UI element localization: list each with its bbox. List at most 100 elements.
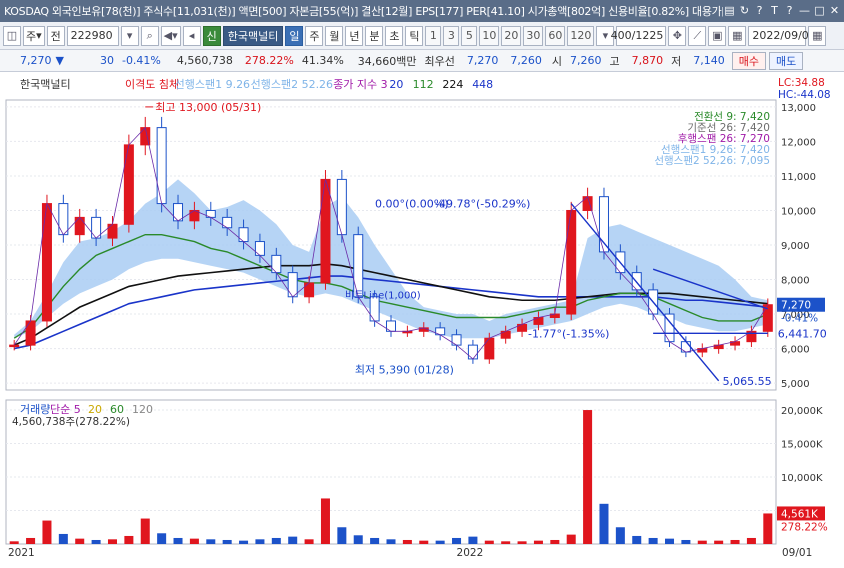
period-year[interactable]: 년 [345, 25, 364, 46]
open-label: 시 [551, 54, 563, 68]
volume-bar [681, 539, 691, 544]
interval-3[interactable]: 3 [443, 25, 460, 46]
change-percent: -0.41% [121, 54, 161, 67]
price-tick-label: 6,000 [781, 345, 810, 356]
corner-label-lc: LC:34.88 [778, 77, 825, 89]
font-icon[interactable]: T [768, 4, 781, 18]
buy-button[interactable]: 매수 [731, 51, 767, 70]
volume-bar [206, 539, 216, 544]
candle-body [304, 282, 315, 298]
x-axis-label: 2022 [457, 547, 484, 559]
candle-body [320, 178, 331, 284]
interval-10[interactable]: 10 [479, 25, 500, 46]
candle-body [566, 209, 577, 315]
period-day[interactable]: 일 [285, 25, 304, 46]
credit-badge: 신 [202, 25, 221, 46]
price-tick-label: 9,000 [781, 241, 810, 252]
volume-bar [353, 535, 363, 544]
window-buttons: ▤ ↻ ? T ? — □ ✕ [723, 4, 844, 18]
candle-body [74, 216, 85, 236]
volume-bar [746, 537, 756, 544]
current-price-percent: -0.41% [781, 313, 818, 325]
best-quote-label: 최우선 [424, 54, 455, 68]
interval-20[interactable]: 20 [501, 25, 522, 46]
history-icon[interactable]: ◂ [182, 25, 201, 46]
layout-icon[interactable]: ◫ [3, 25, 21, 46]
dropdown-icon[interactable]: ▾ [120, 25, 139, 46]
trendline-label: 비트Line(1,000) [345, 290, 421, 302]
low-label: 저 [671, 54, 682, 68]
quote-bar: 7,270 ▼ 30 -0.41% 4,560,738 278.22% 41.3… [0, 50, 844, 72]
info-icon[interactable]: ? [783, 4, 796, 18]
candle-body [156, 127, 167, 205]
minimize-icon[interactable]: — [798, 4, 811, 18]
close-icon[interactable]: ✕ [828, 4, 841, 18]
volume-bar [468, 536, 478, 544]
volume-bar [550, 539, 560, 544]
volume-bar [75, 538, 85, 544]
sound-icon[interactable]: ◀▾ [160, 25, 181, 46]
period-month[interactable]: 월 [325, 25, 344, 46]
refresh-icon[interactable]: ↻ [738, 4, 751, 18]
volume-bar [157, 533, 167, 544]
price-tick-label: 11,000 [781, 172, 816, 183]
volume-bar [730, 539, 740, 544]
print-icon[interactable]: ▣ [708, 25, 727, 46]
count-total: /1225 [631, 29, 664, 42]
draw-icon[interactable]: ⟋ [688, 25, 707, 46]
change-value: 30 [99, 54, 114, 67]
period-second[interactable]: 초 [385, 25, 404, 46]
price-tick-label: 10,000 [781, 206, 816, 217]
trendline-label: 6,441.70 [778, 327, 827, 340]
candle-body [238, 227, 249, 243]
legend-stock: 한국맥널티 [20, 78, 71, 91]
interval-1[interactable]: 1 [425, 25, 442, 46]
interval-30[interactable]: 30 [523, 25, 544, 46]
volume-bar [304, 539, 314, 544]
candle-body [123, 144, 134, 225]
help-icon[interactable]: ? [753, 4, 766, 18]
date-input[interactable]: 2022/09/01 [748, 25, 816, 46]
count-field[interactable]: 400/1225 [611, 25, 667, 46]
interval-5[interactable]: 5 [461, 25, 478, 46]
volume-bar [288, 536, 298, 544]
open-price: 7,260 [570, 54, 602, 67]
sell-button[interactable]: 매도 [769, 51, 804, 70]
period-minute[interactable]: 분 [365, 25, 384, 46]
volume-bar [9, 541, 19, 544]
volume-bar [222, 539, 232, 544]
candle-body [484, 337, 495, 360]
candle-body [254, 241, 265, 256]
legend-overlay: 선행스팬1 9.26 [175, 78, 250, 91]
maximize-icon[interactable]: □ [813, 4, 826, 18]
volume-current-tag-label: 4,561K [781, 508, 819, 520]
ichimoku-legend-item: 선행스팬2 52,26: 7,095 [654, 155, 770, 167]
volume-bar [435, 540, 445, 544]
volume-bar [337, 527, 347, 544]
volume-bar [517, 541, 527, 544]
interval-120[interactable]: 120 [567, 25, 595, 46]
volume-bar [583, 410, 593, 544]
trendline-label: 5,065.55 [723, 375, 772, 388]
candle-body [287, 272, 298, 298]
chart-svg[interactable]: 5,0006,0007,0008,0009,00010,00011,00012,… [0, 72, 844, 568]
interval-60[interactable]: 60 [545, 25, 566, 46]
high-annotation: 최고 13,000 (05/31) [155, 101, 261, 114]
volume-legend-item: 120 [132, 403, 153, 416]
market-select[interactable]: 주 ▾ [23, 25, 45, 46]
calendar-icon[interactable]: ▦ [808, 25, 827, 46]
menu-icon[interactable]: ▤ [723, 4, 736, 18]
volume-bar [648, 537, 658, 544]
stock-chart[interactable]: 5,000 6,000 7,000 8,000 9,000 10,000 11,000 12,… [0, 72, 844, 568]
save-icon[interactable]: ▦ [728, 25, 747, 46]
volume-legend-item: 20 [88, 403, 102, 416]
volume-legend-item: 60 [110, 403, 124, 416]
search-icon[interactable]: ⌕ [140, 25, 159, 46]
period-tick[interactable]: 틱 [405, 25, 424, 46]
trade-amount: 34,660백만 [357, 54, 417, 68]
volume-bar [419, 540, 429, 544]
period-week[interactable]: 주 [305, 25, 324, 46]
stock-code-input[interactable]: 222980 [66, 25, 119, 46]
scale-icon[interactable]: ✥ [668, 25, 687, 46]
jeon-button[interactable]: 전 [46, 25, 65, 46]
